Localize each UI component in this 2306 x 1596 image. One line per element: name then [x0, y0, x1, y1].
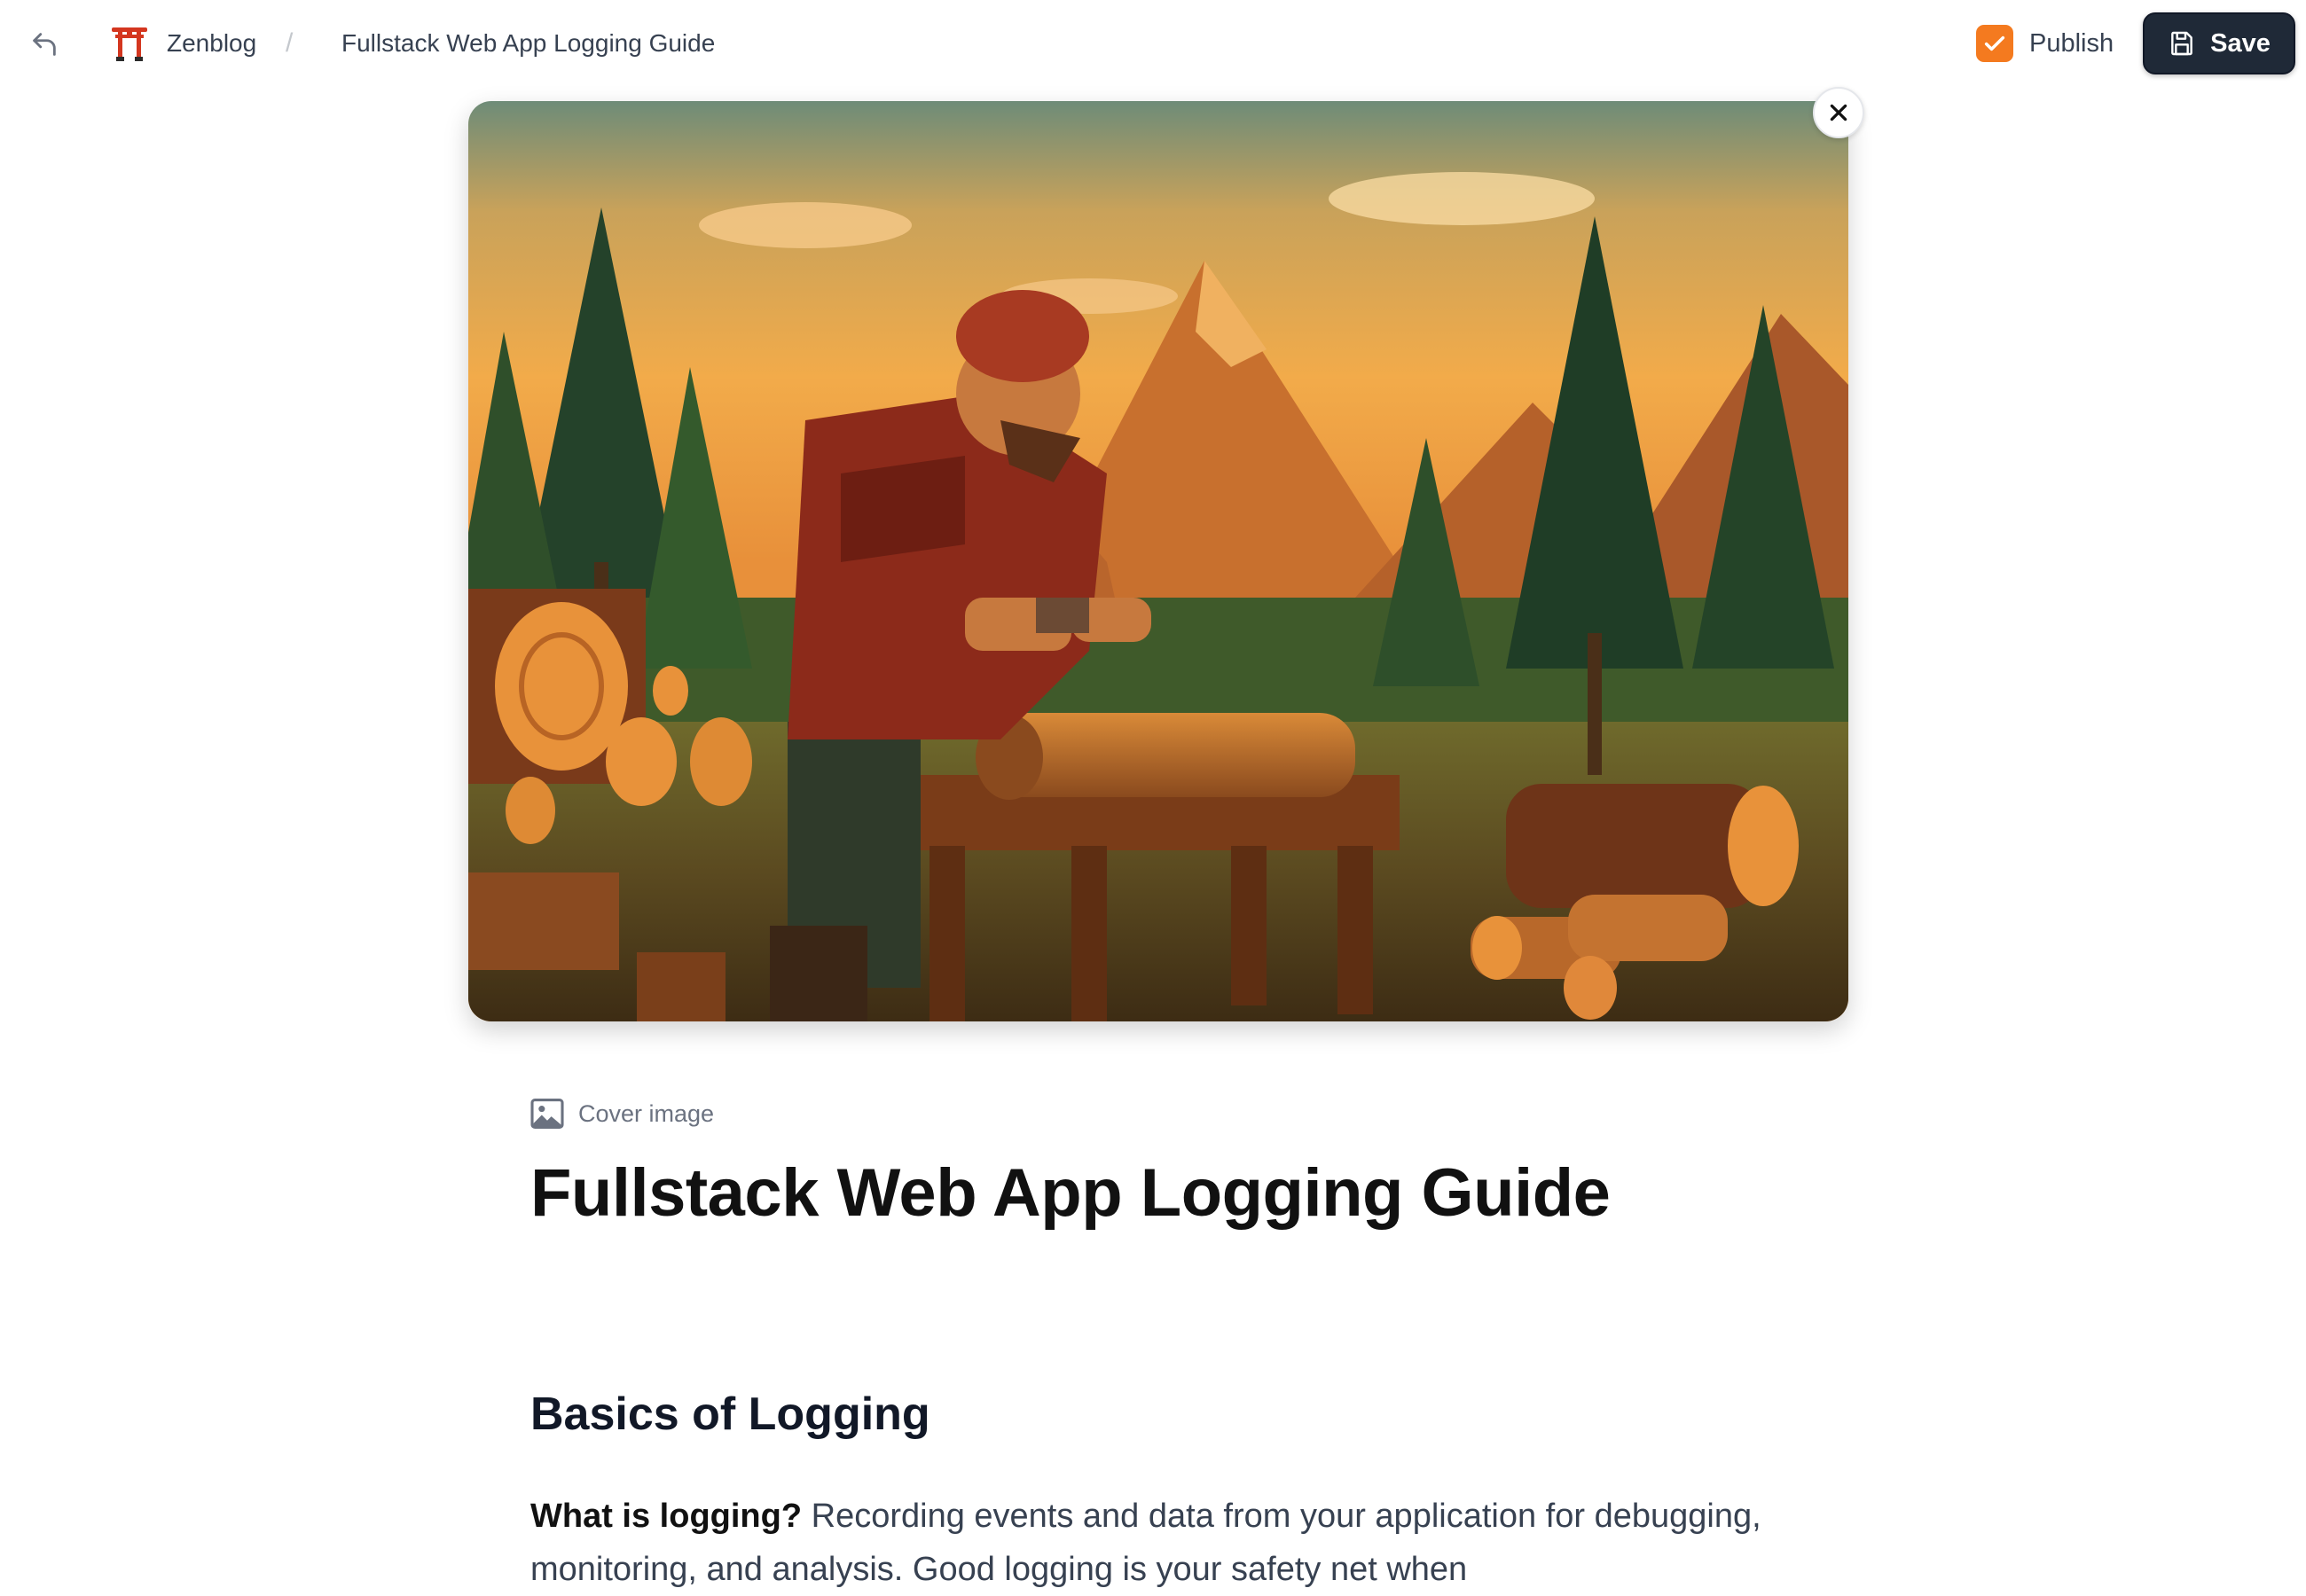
- close-icon: [1830, 104, 1847, 121]
- publish-label: Publish: [2029, 28, 2114, 58]
- save-button-label: Save: [2210, 28, 2271, 58]
- back-button[interactable]: [27, 27, 62, 62]
- breadcrumb-separator: /: [286, 28, 294, 58]
- image-icon: [530, 1099, 564, 1129]
- section-heading[interactable]: Basics of Logging: [530, 1383, 930, 1445]
- cover-image-label: Cover image: [578, 1099, 715, 1127]
- floppy-disk-icon: [2171, 31, 2192, 56]
- publish-toggle[interactable]: Publish: [1976, 23, 2114, 64]
- paragraph-lead: What is logging?: [530, 1498, 803, 1535]
- top-bar: Zenblog / Fullstack Web App Logging Guid…: [0, 0, 2306, 87]
- post-title[interactable]: Fullstack Web App Logging Guide: [530, 1149, 1611, 1238]
- breadcrumb-post-title: Fullstack Web App Logging Guide: [341, 29, 716, 57]
- checkmark-icon: [1984, 35, 2005, 51]
- cover-image: [468, 101, 1848, 1021]
- publish-checkbox[interactable]: [1976, 25, 2013, 62]
- cover-image-button[interactable]: Cover image: [530, 1096, 714, 1131]
- remove-cover-button[interactable]: [1813, 87, 1864, 138]
- torii-gate-logo-icon[interactable]: [110, 25, 149, 62]
- body-paragraph[interactable]: What is logging? Recording events and da…: [530, 1490, 1772, 1596]
- brand-name-link[interactable]: Zenblog: [167, 27, 256, 59]
- save-button[interactable]: Save: [2143, 12, 2295, 74]
- undo-arrow-icon: [33, 33, 56, 56]
